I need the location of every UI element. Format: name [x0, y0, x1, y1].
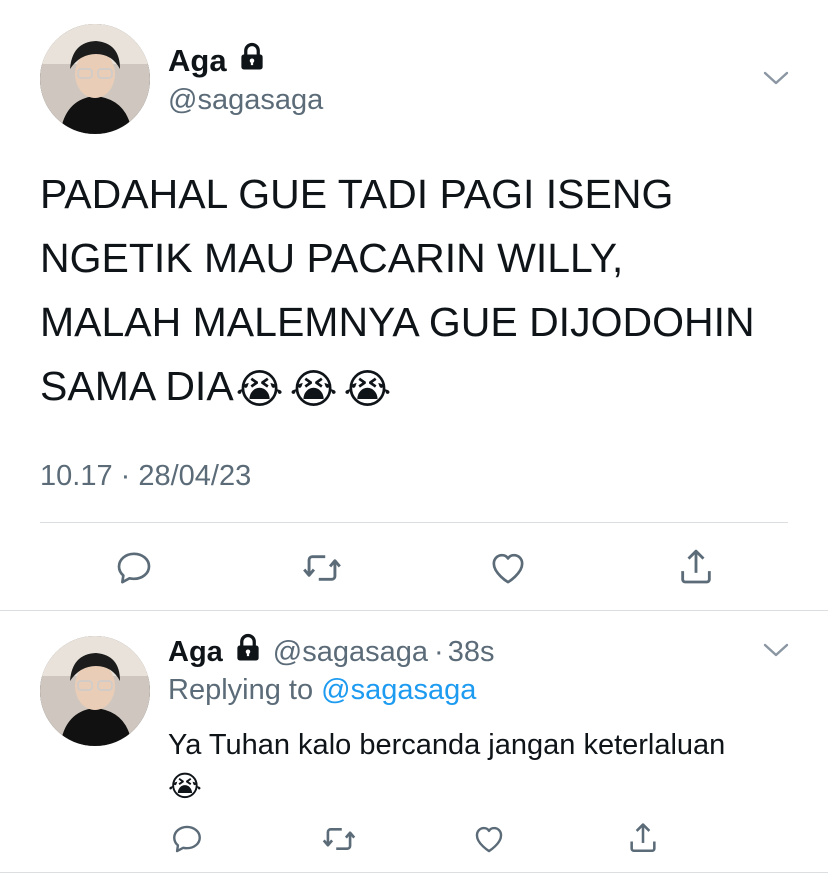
- tweet-line: NGETIK MAU PACARIN WILLY,: [40, 235, 624, 281]
- main-author-name[interactable]: Aga: [168, 42, 267, 80]
- like-icon[interactable]: [472, 822, 506, 861]
- divider: [40, 522, 788, 523]
- crying-emoji: 😭: [289, 366, 338, 413]
- chevron-down-icon[interactable]: [762, 640, 790, 665]
- crying-emoji: 😭: [168, 771, 202, 803]
- share-icon[interactable]: [676, 546, 716, 593]
- reply-author-name[interactable]: Aga: [168, 636, 223, 669]
- author-name-text: Aga: [168, 43, 227, 78]
- retweet-icon[interactable]: [301, 548, 343, 593]
- divider: [0, 610, 828, 611]
- share-icon[interactable]: [626, 820, 660, 861]
- retweet-icon[interactable]: [321, 822, 357, 861]
- chevron-down-icon[interactable]: [762, 68, 790, 93]
- reply-text: Ya Tuhan kalo bercanda jangan keterlalua…: [168, 724, 725, 808]
- tweet-timestamp[interactable]: 10.17 · 28/04/23: [40, 460, 251, 493]
- main-author-handle[interactable]: @sagasaga: [168, 84, 323, 117]
- separator-dot: ·: [434, 635, 444, 668]
- reply-icon[interactable]: [170, 822, 204, 861]
- lock-icon: [237, 42, 267, 80]
- main-avatar[interactable]: [40, 24, 150, 134]
- tweet-line: PADAHAL GUE TADI PAGI ISENG: [40, 171, 674, 217]
- tweet-line: MALAH MALEMNYA GUE DIJODOHIN: [40, 299, 755, 345]
- like-icon[interactable]: [488, 548, 528, 593]
- crying-emoji: 😭: [343, 366, 392, 413]
- tweet-text: PADAHAL GUE TADI PAGI ISENG NGETIK MAU P…: [40, 162, 800, 421]
- replying-prefix: Replying to: [168, 674, 314, 706]
- reply-text-line: Ya Tuhan kalo bercanda jangan keterlalua…: [168, 729, 726, 761]
- reply-author-handle[interactable]: @sagasaga: [273, 636, 428, 669]
- reply-icon[interactable]: [114, 548, 154, 593]
- crying-emoji: 😭: [235, 366, 284, 413]
- tweet-line: SAMA DIA: [40, 363, 234, 409]
- reply-avatar[interactable]: [40, 636, 150, 746]
- replying-to: Replying to @sagasaga: [168, 674, 476, 707]
- reply-age[interactable]: 38s: [448, 636, 495, 669]
- replying-mention-link[interactable]: @sagasaga: [321, 674, 476, 706]
- reply-header: Aga @sagasaga · 38s: [168, 633, 494, 671]
- divider: [0, 872, 828, 873]
- lock-icon: [233, 633, 263, 671]
